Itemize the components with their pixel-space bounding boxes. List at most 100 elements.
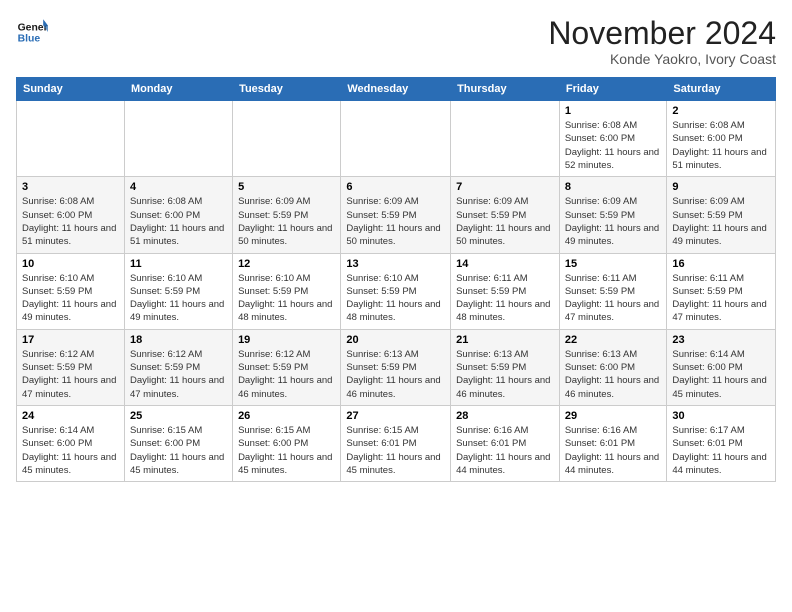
page: General Blue November 2024 Konde Yaokro,… <box>0 0 792 492</box>
day-number: 12 <box>238 258 335 270</box>
calendar-cell: 8 Sunrise: 6:09 AM Sunset: 5:59 PM Daylig… <box>559 177 667 253</box>
day-header-tuesday: Tuesday <box>233 78 341 101</box>
day-info: Sunrise: 6:12 AM Sunset: 5:59 PM Dayligh… <box>22 348 119 401</box>
calendar-week-row: 3 Sunrise: 6:08 AM Sunset: 6:00 PM Daylig… <box>17 177 776 253</box>
calendar-cell: 13 Sunrise: 6:10 AM Sunset: 5:59 PM Dayli… <box>341 253 451 329</box>
day-info: Sunrise: 6:09 AM Sunset: 5:59 PM Dayligh… <box>456 195 554 248</box>
calendar-cell: 29 Sunrise: 6:16 AM Sunset: 6:01 PM Dayli… <box>559 405 667 481</box>
calendar-cell: 17 Sunrise: 6:12 AM Sunset: 5:59 PM Dayli… <box>17 329 125 405</box>
calendar-cell: 9 Sunrise: 6:09 AM Sunset: 5:59 PM Daylig… <box>667 177 776 253</box>
day-number: 9 <box>672 181 770 193</box>
day-info: Sunrise: 6:11 AM Sunset: 5:59 PM Dayligh… <box>672 272 770 325</box>
calendar-cell: 3 Sunrise: 6:08 AM Sunset: 6:00 PM Daylig… <box>17 177 125 253</box>
calendar-week-row: 10 Sunrise: 6:10 AM Sunset: 5:59 PM Dayli… <box>17 253 776 329</box>
calendar-cell: 30 Sunrise: 6:17 AM Sunset: 6:01 PM Dayli… <box>667 405 776 481</box>
calendar-cell <box>341 101 451 177</box>
calendar-cell: 25Sunrise: 6:15 AM Sunset: 6:00 PM Dayli… <box>124 405 232 481</box>
day-number: 19 <box>238 334 335 346</box>
day-info: Sunrise: 6:09 AM Sunset: 5:59 PM Dayligh… <box>238 195 335 248</box>
day-info: Sunrise: 6:11 AM Sunset: 5:59 PM Dayligh… <box>456 272 554 325</box>
calendar-header-row: SundayMondayTuesdayWednesdayThursdayFrid… <box>17 78 776 101</box>
day-info: Sunrise: 6:10 AM Sunset: 5:59 PM Dayligh… <box>22 272 119 325</box>
calendar-cell <box>17 101 125 177</box>
day-info: Sunrise: 6:08 AM Sunset: 6:00 PM Dayligh… <box>565 119 662 172</box>
day-number: 18 <box>130 334 227 346</box>
day-number: 17 <box>22 334 119 346</box>
calendar-cell: 22Sunrise: 6:13 AM Sunset: 6:00 PM Dayli… <box>559 329 667 405</box>
header: General Blue November 2024 Konde Yaokro,… <box>16 16 776 67</box>
calendar-cell: 21 Sunrise: 6:13 AM Sunset: 5:59 PM Dayli… <box>451 329 560 405</box>
calendar-cell: 26Sunrise: 6:15 AM Sunset: 6:00 PM Dayli… <box>233 405 341 481</box>
day-info: Sunrise: 6:13 AM Sunset: 5:59 PM Dayligh… <box>346 348 445 401</box>
calendar-cell: 4Sunrise: 6:08 AM Sunset: 6:00 PM Daylig… <box>124 177 232 253</box>
calendar-cell: 19 Sunrise: 6:12 AM Sunset: 5:59 PM Dayli… <box>233 329 341 405</box>
day-header-friday: Friday <box>559 78 667 101</box>
calendar-cell: 15Sunrise: 6:11 AM Sunset: 5:59 PM Dayli… <box>559 253 667 329</box>
day-info: Sunrise: 6:13 AM Sunset: 5:59 PM Dayligh… <box>456 348 554 401</box>
calendar-cell: 24 Sunrise: 6:14 AM Sunset: 6:00 PM Dayli… <box>17 405 125 481</box>
title-block: November 2024 Konde Yaokro, Ivory Coast <box>548 16 776 67</box>
logo-icon: General Blue <box>16 16 48 48</box>
day-number: 25 <box>130 410 227 422</box>
day-number: 24 <box>22 410 119 422</box>
day-number: 15 <box>565 258 662 270</box>
day-number: 29 <box>565 410 662 422</box>
calendar-cell <box>451 101 560 177</box>
calendar-cell: 14Sunrise: 6:11 AM Sunset: 5:59 PM Dayli… <box>451 253 560 329</box>
day-header-wednesday: Wednesday <box>341 78 451 101</box>
day-info: Sunrise: 6:16 AM Sunset: 6:01 PM Dayligh… <box>565 424 662 477</box>
day-info: Sunrise: 6:08 AM Sunset: 6:00 PM Dayligh… <box>22 195 119 248</box>
calendar-week-row: 1 Sunrise: 6:08 AM Sunset: 6:00 PM Daylig… <box>17 101 776 177</box>
day-number: 3 <box>22 181 119 193</box>
calendar-cell: 18 Sunrise: 6:12 AM Sunset: 5:59 PM Dayli… <box>124 329 232 405</box>
day-number: 26 <box>238 410 335 422</box>
calendar-cell: 12 Sunrise: 6:10 AM Sunset: 5:59 PM Dayli… <box>233 253 341 329</box>
day-number: 2 <box>672 105 770 117</box>
calendar-cell: 5Sunrise: 6:09 AM Sunset: 5:59 PM Daylig… <box>233 177 341 253</box>
day-info: Sunrise: 6:09 AM Sunset: 5:59 PM Dayligh… <box>565 195 662 248</box>
calendar-cell: 1 Sunrise: 6:08 AM Sunset: 6:00 PM Daylig… <box>559 101 667 177</box>
day-info: Sunrise: 6:09 AM Sunset: 5:59 PM Dayligh… <box>672 195 770 248</box>
calendar-cell <box>233 101 341 177</box>
calendar-cell: 6Sunrise: 6:09 AM Sunset: 5:59 PM Daylig… <box>341 177 451 253</box>
svg-text:Blue: Blue <box>18 34 41 45</box>
day-info: Sunrise: 6:12 AM Sunset: 5:59 PM Dayligh… <box>130 348 227 401</box>
day-number: 7 <box>456 181 554 193</box>
day-number: 20 <box>346 334 445 346</box>
day-info: Sunrise: 6:14 AM Sunset: 6:00 PM Dayligh… <box>22 424 119 477</box>
day-info: Sunrise: 6:17 AM Sunset: 6:01 PM Dayligh… <box>672 424 770 477</box>
calendar-week-row: 24 Sunrise: 6:14 AM Sunset: 6:00 PM Dayli… <box>17 405 776 481</box>
day-number: 27 <box>346 410 445 422</box>
day-number: 10 <box>22 258 119 270</box>
day-info: Sunrise: 6:15 AM Sunset: 6:01 PM Dayligh… <box>346 424 445 477</box>
calendar-cell: 11Sunrise: 6:10 AM Sunset: 5:59 PM Dayli… <box>124 253 232 329</box>
day-number: 16 <box>672 258 770 270</box>
day-number: 11 <box>130 258 227 270</box>
day-info: Sunrise: 6:09 AM Sunset: 5:59 PM Dayligh… <box>346 195 445 248</box>
day-number: 1 <box>565 105 662 117</box>
month-title: November 2024 <box>548 16 776 51</box>
calendar-cell: 27 Sunrise: 6:15 AM Sunset: 6:01 PM Dayli… <box>341 405 451 481</box>
calendar-cell: 20 Sunrise: 6:13 AM Sunset: 5:59 PM Dayli… <box>341 329 451 405</box>
day-info: Sunrise: 6:13 AM Sunset: 6:00 PM Dayligh… <box>565 348 662 401</box>
calendar-cell <box>124 101 232 177</box>
day-info: Sunrise: 6:14 AM Sunset: 6:00 PM Dayligh… <box>672 348 770 401</box>
day-info: Sunrise: 6:10 AM Sunset: 5:59 PM Dayligh… <box>346 272 445 325</box>
day-number: 13 <box>346 258 445 270</box>
location: Konde Yaokro, Ivory Coast <box>548 51 776 67</box>
day-number: 30 <box>672 410 770 422</box>
day-info: Sunrise: 6:08 AM Sunset: 6:00 PM Dayligh… <box>672 119 770 172</box>
day-info: Sunrise: 6:10 AM Sunset: 5:59 PM Dayligh… <box>238 272 335 325</box>
day-header-thursday: Thursday <box>451 78 560 101</box>
calendar-cell: 16 Sunrise: 6:11 AM Sunset: 5:59 PM Dayli… <box>667 253 776 329</box>
calendar-cell: 28Sunrise: 6:16 AM Sunset: 6:01 PM Dayli… <box>451 405 560 481</box>
day-info: Sunrise: 6:16 AM Sunset: 6:01 PM Dayligh… <box>456 424 554 477</box>
day-number: 8 <box>565 181 662 193</box>
day-number: 21 <box>456 334 554 346</box>
calendar-cell: 2 Sunrise: 6:08 AM Sunset: 6:00 PM Daylig… <box>667 101 776 177</box>
day-number: 23 <box>672 334 770 346</box>
day-header-monday: Monday <box>124 78 232 101</box>
day-info: Sunrise: 6:12 AM Sunset: 5:59 PM Dayligh… <box>238 348 335 401</box>
day-number: 4 <box>130 181 227 193</box>
calendar-table: SundayMondayTuesdayWednesdayThursdayFrid… <box>16 77 776 482</box>
